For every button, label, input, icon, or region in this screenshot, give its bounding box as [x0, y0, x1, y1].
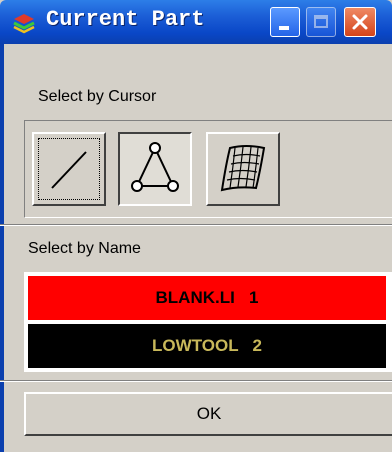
- select-by-name-label: Select by Name: [28, 240, 141, 257]
- select-line-button[interactable]: [32, 132, 106, 206]
- app-layers-icon: [13, 14, 35, 34]
- close-button[interactable]: [344, 7, 376, 37]
- select-triangle-button[interactable]: [118, 132, 192, 206]
- window-title: Current Part: [46, 7, 205, 32]
- part-name-list: BLANK.LI 1 LOWTOOL 2: [24, 272, 392, 372]
- maximize-button[interactable]: [306, 7, 336, 37]
- line-icon: [51, 151, 87, 189]
- part-item-lowtool[interactable]: LOWTOOL 2: [28, 324, 386, 368]
- ok-button[interactable]: OK: [24, 392, 392, 436]
- select-by-cursor-label: Select by Cursor: [38, 88, 157, 105]
- title-bar[interactable]: Current Part: [0, 0, 392, 44]
- triangle-nodes-icon: [131, 142, 179, 192]
- part-item-blank[interactable]: BLANK.LI 1: [28, 276, 386, 320]
- close-icon: [352, 14, 368, 30]
- surface-mesh-icon: [220, 145, 266, 192]
- current-part-dialog: Current Part Select by Cursor Select by …: [0, 0, 392, 452]
- minimize-button[interactable]: [270, 7, 300, 37]
- divider: [0, 380, 392, 382]
- select-surface-button[interactable]: [206, 132, 280, 206]
- divider: [0, 224, 392, 226]
- window-border: [0, 44, 4, 452]
